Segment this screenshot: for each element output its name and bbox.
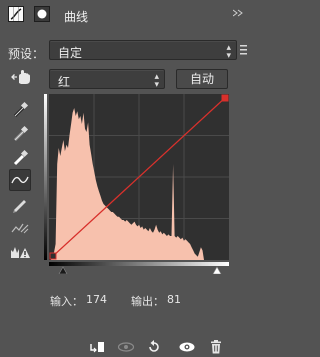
white-point-slider-handle[interactable] [212, 266, 222, 274]
channel-select[interactable]: 红 ▴ ▾ [49, 69, 165, 90]
edit-points-curve-icon[interactable] [9, 169, 31, 191]
preset-value: 自定 [58, 46, 83, 60]
output-label: 输出： [131, 295, 164, 308]
channel-value: 红 [58, 75, 71, 89]
auto-button[interactable]: 自动 [176, 69, 228, 89]
view-previous-state-icon[interactable] [117, 340, 135, 354]
output-gradient-bar [44, 94, 47, 260]
chevron-updown-icon: ▴ ▾ [226, 43, 231, 61]
draw-pencil-icon[interactable] [9, 193, 31, 215]
clipping-warning-icon[interactable] [9, 241, 31, 263]
input-value: 174 [86, 293, 107, 306]
black-point-slider-handle[interactable] [58, 266, 68, 274]
curve-graph[interactable] [49, 94, 229, 274]
smooth-curve-icon[interactable] [9, 217, 31, 239]
trash-icon[interactable] [209, 340, 225, 354]
sample-white-point-eyedropper-icon[interactable] [9, 146, 31, 168]
on-image-adjust-hand-icon[interactable] [10, 68, 32, 86]
chevron-updown-icon: ▴ ▾ [154, 72, 159, 90]
visibility-eye-icon[interactable] [178, 340, 195, 354]
layer-mask-icon[interactable] [34, 6, 50, 22]
input-gradient-bar [49, 262, 229, 266]
sample-gray-point-eyedropper-icon[interactable] [9, 122, 31, 144]
reset-icon[interactable] [146, 340, 162, 354]
panel-menu-icon[interactable] [232, 9, 243, 21]
sample-black-point-eyedropper-icon[interactable] [9, 98, 31, 120]
clip-to-layer-icon[interactable] [89, 340, 105, 354]
preset-options-icon[interactable] [240, 44, 248, 56]
curve-control-point[interactable] [221, 94, 229, 102]
panel-title: 曲线 [64, 10, 89, 24]
curves-adjustment-icon [8, 6, 24, 22]
output-value: 81 [167, 293, 181, 306]
preset-label: 预设： [8, 47, 45, 61]
curve-control-point[interactable] [49, 252, 57, 260]
input-label: 输入： [50, 295, 83, 308]
preset-select[interactable]: 自定 ▴ ▾ [49, 40, 237, 61]
